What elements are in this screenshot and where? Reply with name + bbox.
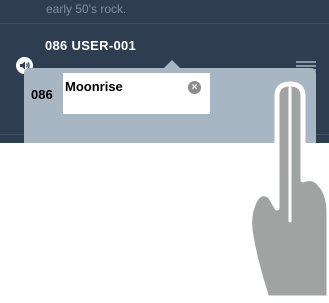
preset-name-input-value[interactable]: Moonrise xyxy=(65,79,123,94)
row-divider xyxy=(0,23,329,24)
clear-icon[interactable]: × xyxy=(188,81,201,94)
preset-name-label[interactable]: 086 USER-001 xyxy=(45,38,136,53)
preset-number-label: 086 xyxy=(31,87,53,102)
finger-gesture-icon xyxy=(245,76,329,301)
previous-preset-description: early 50's rock. xyxy=(46,2,127,16)
